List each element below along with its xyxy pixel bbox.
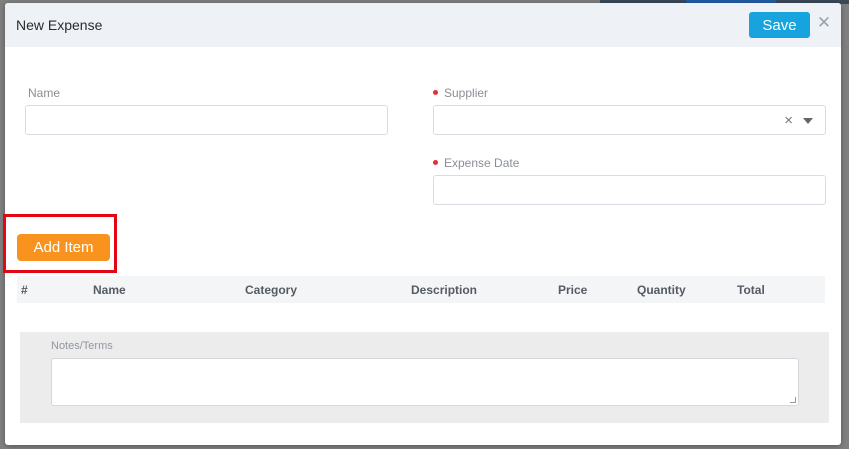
name-label-text: Name bbox=[28, 86, 61, 100]
column-header-name: Name bbox=[93, 283, 126, 297]
column-header-description: Description bbox=[411, 283, 478, 297]
supplier-label-text: Supplier bbox=[444, 86, 489, 100]
dialog-header: New Expense Save ✕ bbox=[5, 3, 841, 47]
notes-panel: Notes/Terms bbox=[20, 332, 829, 423]
supplier-select[interactable]: × bbox=[433, 105, 826, 135]
dialog-title: New Expense bbox=[16, 17, 103, 33]
new-expense-dialog: New Expense Save ✕ Name Supplier × Expen… bbox=[5, 3, 841, 445]
required-marker bbox=[433, 90, 438, 96]
column-header-quantity: Quantity bbox=[637, 283, 686, 297]
column-header-price: Price bbox=[558, 283, 588, 297]
notes-textarea[interactable] bbox=[51, 358, 799, 406]
chevron-down-icon[interactable] bbox=[803, 118, 813, 124]
resize-handle-icon[interactable] bbox=[790, 397, 796, 403]
column-header-category: Category bbox=[245, 283, 298, 297]
expense-date-label-text: Expense Date bbox=[444, 156, 520, 170]
supplier-label: Supplier bbox=[433, 86, 488, 100]
required-marker bbox=[433, 160, 438, 166]
highlight-box bbox=[3, 214, 117, 273]
name-input[interactable] bbox=[25, 105, 388, 135]
items-table-header: # Name Category Description Price Quanti… bbox=[17, 276, 825, 303]
expense-date-input[interactable] bbox=[433, 175, 826, 205]
close-icon[interactable]: ✕ bbox=[816, 13, 832, 33]
clear-selection-icon[interactable]: × bbox=[784, 112, 793, 129]
notes-label: Notes/Terms bbox=[51, 340, 113, 352]
save-button[interactable]: Save bbox=[749, 12, 810, 38]
name-label: Name bbox=[28, 86, 60, 100]
expense-date-label: Expense Date bbox=[433, 156, 519, 170]
column-header-number: # bbox=[21, 283, 28, 297]
column-header-total: Total bbox=[737, 283, 765, 297]
